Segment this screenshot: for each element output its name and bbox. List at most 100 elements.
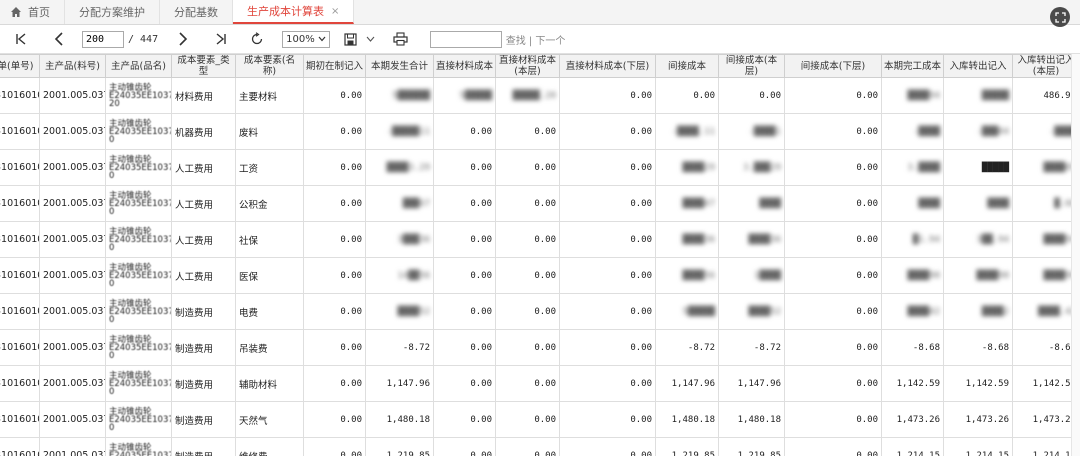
cell-value: 310160103: [0, 198, 40, 209]
table-row[interactable]: 3101601032001.005.03755主动锥齿轮 E24035EE103…: [0, 114, 1080, 150]
table-cell: 0.00: [785, 114, 882, 150]
column-header[interactable]: 间接成本(本层): [719, 55, 785, 78]
cell-value: -8.72: [688, 343, 715, 353]
cell-value: 0.00: [340, 415, 362, 425]
cell-value: -8.72: [754, 343, 781, 353]
table-row[interactable]: 3101601032001.005.03755主动锥齿轮 E24035EE103…: [0, 222, 1080, 258]
cell-value: ████36: [748, 235, 781, 245]
tab-allocation-base[interactable]: 分配基数: [160, 0, 233, 24]
column-header[interactable]: 间接成本(下层): [785, 55, 882, 78]
column-header[interactable]: 本期发生合计: [366, 55, 434, 78]
table-cell: 1,214.15: [1013, 438, 1080, 456]
table-cell: 吊装费: [236, 330, 304, 366]
table-cell: 310160103: [0, 330, 40, 366]
cell-value: 0.00: [534, 379, 556, 389]
table-row[interactable]: 3101601032001.005.03755主动锥齿轮 E24035EE103…: [0, 78, 1080, 114]
table-cell: 2001.005.03755: [40, 186, 106, 222]
table-cell: 主动锥齿轮 E24035EE1037/ 0: [106, 294, 172, 330]
page-number-input[interactable]: [82, 31, 124, 48]
cell-value: 310160103: [0, 234, 40, 245]
table-cell: -████: [1013, 114, 1080, 150]
table-cell: -8.72: [366, 330, 434, 366]
table-cell: 电费: [236, 294, 304, 330]
cell-value: -███84: [976, 127, 1009, 137]
search-find-next[interactable]: 查找 | 下一个: [506, 32, 566, 47]
first-page-button[interactable]: [8, 28, 34, 50]
table-row[interactable]: 3101601032001.005.03755主动锥齿轮 E24035EE103…: [0, 294, 1080, 330]
print-button[interactable]: [388, 28, 414, 50]
column-header[interactable]: 成本要素_类型: [172, 55, 236, 78]
table-cell: 2001.005.03755: [40, 222, 106, 258]
table-cell: 0.00: [785, 78, 882, 114]
zoom-select[interactable]: 100%: [282, 31, 330, 48]
tab-home[interactable]: 首页: [0, 0, 65, 24]
column-header[interactable]: 入库转出记入: [944, 55, 1013, 78]
column-header[interactable]: 成本要素(名称): [236, 55, 304, 78]
column-header[interactable]: 主产品(料号): [40, 55, 106, 78]
table-cell: 0.00: [496, 402, 560, 438]
table-cell: 主动锥齿轮 E24035EE1037/ 0: [106, 114, 172, 150]
table-cell: 0.00: [560, 330, 656, 366]
table-cell: ████2: [944, 294, 1013, 330]
table-cell: 制造费用: [172, 330, 236, 366]
tab-allocation-scheme[interactable]: 分配方案维护: [65, 0, 160, 24]
column-header[interactable]: 直接材料成本: [434, 55, 496, 78]
next-page-button[interactable]: [170, 28, 196, 50]
cell-value: 制造费用: [175, 344, 213, 355]
table-cell: -████1: [719, 114, 785, 150]
table-cell: 1,214.15: [882, 438, 944, 456]
cell-value: 主动锥齿轮 E24035EE1037/ 0: [109, 407, 172, 433]
refresh-button[interactable]: [244, 28, 270, 50]
save-button[interactable]: [338, 28, 364, 50]
table-cell: 工资: [236, 150, 304, 186]
table-cell: 1,473.26: [882, 402, 944, 438]
last-page-button[interactable]: [208, 28, 234, 50]
column-header[interactable]: 直接材料成本(下层): [560, 55, 656, 78]
report-table-wrap[interactable]: 单(单号)主产品(料号)主产品(品名)成本要素_类型成本要素(名称)期初在制记入…: [0, 54, 1080, 456]
table-cell: 0.00: [496, 186, 560, 222]
cell-value: ███67: [403, 199, 430, 209]
vertical-scrollbar[interactable]: [1071, 54, 1080, 456]
table-cell: 1,473.26: [1013, 402, 1080, 438]
table-cell: 0.00: [560, 402, 656, 438]
cell-value: 0.00: [340, 235, 362, 245]
tab-close-icon[interactable]: ×: [331, 6, 339, 17]
cell-value: 0.00: [534, 451, 556, 456]
table-cell: 1████: [719, 258, 785, 294]
fullscreen-button[interactable]: [1050, 7, 1070, 27]
table-row[interactable]: 3101601032001.005.03755主动锥齿轮 E24035EE103…: [0, 186, 1080, 222]
column-header[interactable]: 主产品(品名): [106, 55, 172, 78]
table-cell: ████56: [656, 258, 719, 294]
cell-value: 310160103: [0, 342, 40, 353]
column-header[interactable]: 本期完工成本: [882, 55, 944, 78]
table-row[interactable]: 3101601032001.005.03755主动锥齿轮 E24035EE103…: [0, 330, 1080, 366]
table-cell: ████47: [656, 186, 719, 222]
column-header[interactable]: 入库转出记入(本层): [1013, 55, 1080, 78]
cell-value: 0.00: [630, 163, 652, 173]
search-input[interactable]: [430, 31, 502, 48]
table-cell: 1,147.96: [719, 366, 785, 402]
column-header[interactable]: 单(单号): [0, 55, 40, 78]
cell-value: -████: [913, 127, 940, 137]
cell-value: 1,480.18: [387, 415, 430, 425]
table-cell: 0.00: [785, 222, 882, 258]
save-menu-button[interactable]: [364, 28, 378, 50]
table-row[interactable]: 3101601032001.005.03755主动锥齿轮 E24035EE103…: [0, 258, 1080, 294]
table-row[interactable]: 3101601032001.005.03755主动锥齿轮 E24035EE103…: [0, 150, 1080, 186]
column-header[interactable]: 期初在制记入: [304, 55, 366, 78]
tab-production-cost[interactable]: 生产成本计算表 ×: [233, 0, 354, 24]
table-row[interactable]: 3101601032001.005.03755主动锥齿轮 E24035EE103…: [0, 402, 1080, 438]
table-row[interactable]: 3101601032001.005.03755主动锥齿轮 E24035EE103…: [0, 366, 1080, 402]
chevron-down-icon: [366, 36, 375, 42]
column-header[interactable]: 直接材料成本(本层): [496, 55, 560, 78]
prev-page-button[interactable]: [46, 28, 72, 50]
table-cell: 2001.005.03755: [40, 78, 106, 114]
table-cell: 0.00: [560, 294, 656, 330]
column-header[interactable]: 间接成本: [656, 55, 719, 78]
table-row[interactable]: 3101601032001.005.03755主动锥齿轮 E24035EE103…: [0, 438, 1080, 456]
cell-value: 0.00: [630, 91, 652, 101]
cell-value: 0.00: [630, 451, 652, 456]
cell-value: 0.00: [856, 415, 878, 425]
cell-value: 1████: [754, 271, 781, 281]
table-cell: 制造费用: [172, 438, 236, 456]
